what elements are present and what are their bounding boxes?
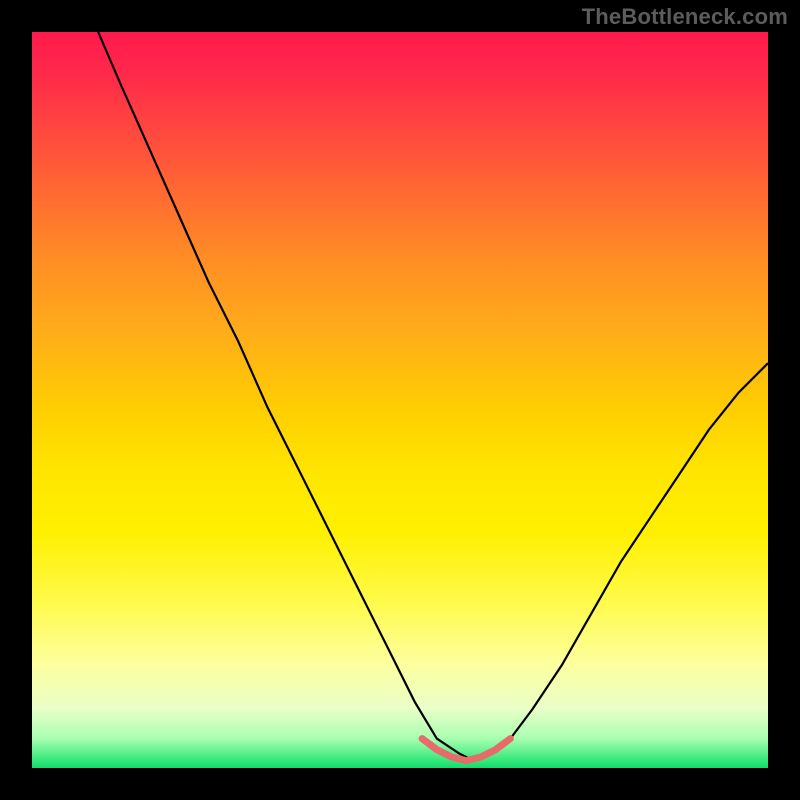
bottleneck-curve [98, 32, 768, 761]
plot-area [32, 32, 768, 768]
watermark-text: TheBottleneck.com [582, 4, 788, 30]
chart-frame: TheBottleneck.com [0, 0, 800, 800]
trough-highlight [422, 739, 510, 761]
curve-layer [32, 32, 768, 768]
